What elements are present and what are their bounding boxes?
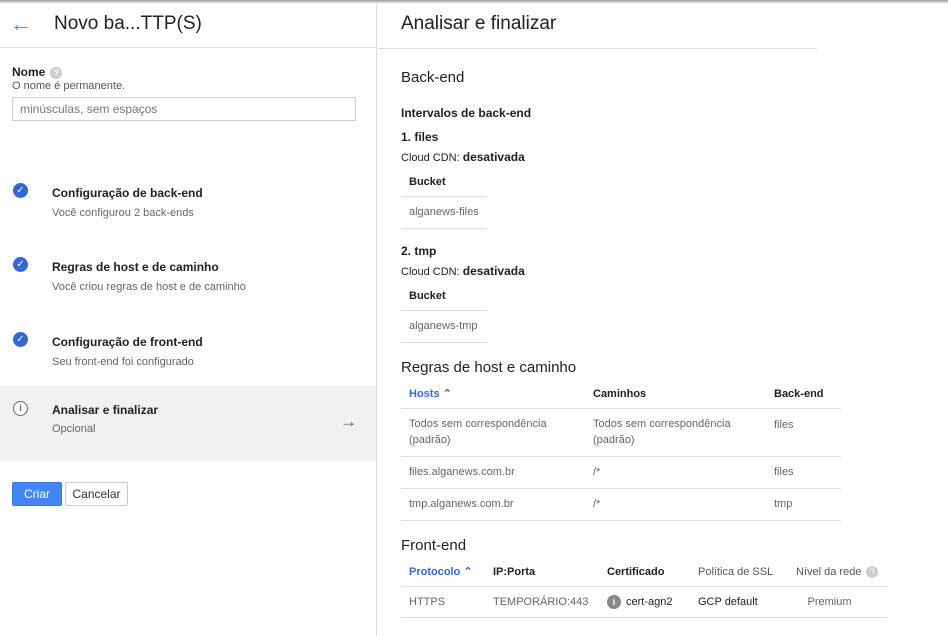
sort-up-icon: ⌃ [463, 566, 473, 579]
frontend-table: Protocolo ⌃ IP:Porta Certificado Polític… [401, 558, 887, 618]
intervals-heading: Intervalos de back-end [401, 106, 532, 120]
network-tier-header: Nível da rede? [788, 558, 887, 587]
table-row: tmp.alganews.com.br /* tmp [401, 488, 841, 521]
backend-name: 2. tmp [401, 244, 437, 258]
host-cell: files.alganews.com.br [401, 456, 585, 489]
step-backend-config[interactable]: ✓ Configuração de back-end Você configur… [0, 169, 376, 244]
step-title: Configuração de back-end [52, 186, 203, 200]
backend-header: Back-end [766, 380, 841, 409]
wizard-panel: ← Novo ba...TTP(S) Nome? O nome é perman… [0, 0, 377, 636]
bucket-cell: alganews-tmp [401, 310, 487, 343]
protocol-column-sort[interactable]: Protocolo ⌃ [401, 558, 485, 587]
page-title: Novo ba...TTP(S) [54, 12, 202, 34]
ssl-policy-cell: GCP default [690, 586, 788, 618]
rules-table: Hosts ⌃ Caminhos Back-end Todos sem corr… [401, 380, 841, 521]
step-frontend-config[interactable]: ✓ Configuração de front-end Seu front-en… [0, 318, 376, 393]
frontend-heading: Front-end [401, 537, 467, 554]
table-row: Todos sem correspondência (padrão) Todos… [401, 408, 841, 457]
info-icon: i [13, 401, 28, 416]
cancel-button[interactable]: Cancelar [65, 482, 128, 506]
step-subtitle: Seu front-end foi configurado [52, 356, 194, 368]
check-circle-icon: ✓ [13, 183, 28, 198]
step-subtitle: Opcional [52, 423, 96, 435]
table-row: HTTPS TEMPORÁRIO:443 i cert-agn2 GCP defa… [401, 586, 887, 618]
host-cell: tmp.alganews.com.br [401, 488, 585, 521]
path-cell: Todos sem correspondência (padrão) [585, 408, 766, 457]
name-input[interactable] [12, 97, 356, 121]
review-title: Analisar e finalizar [401, 13, 557, 34]
ipport-header: IP:Porta [485, 558, 599, 587]
name-label-text: Nome [12, 65, 46, 79]
create-button[interactable]: Criar [12, 482, 62, 506]
cdn-label: Cloud CDN: [401, 266, 460, 278]
back-arrow-icon[interactable]: ← [0, 11, 40, 37]
backend-cell: files [766, 456, 841, 489]
review-header: Analisar e finalizar [378, 0, 817, 49]
network-tier-cell: Premium [788, 586, 887, 618]
step-title: Regras de host e de caminho [52, 260, 219, 274]
paths-header: Caminhos [585, 380, 766, 409]
review-panel: Analisar e finalizar Back-end Intervalos… [378, 0, 948, 636]
protocol-cell: HTTPS [401, 586, 485, 618]
help-icon[interactable]: ? [50, 66, 63, 79]
hosts-column-sort[interactable]: Hosts ⌃ [401, 380, 585, 409]
host-cell: Todos sem correspondência (padrão) [401, 408, 585, 457]
table-row: files.alganews.com.br /* files [401, 456, 841, 489]
certificate-cell: i cert-agn2 [599, 586, 690, 618]
cdn-status: Cloud CDN: desativada [401, 264, 525, 278]
ipport-cell: TEMPORÁRIO:443 [485, 586, 599, 618]
check-circle-icon: ✓ [13, 332, 28, 347]
step-title: Configuração de front-end [52, 335, 203, 349]
protocol-header: Protocolo [409, 566, 461, 579]
backend-cell: tmp [766, 488, 841, 521]
bucket-table: Bucket alganews-tmp [401, 282, 487, 343]
step-host-path-rules[interactable]: ✓ Regras de host e de caminho Você criou… [0, 243, 376, 318]
name-label: Nome? [12, 65, 63, 79]
step-title: Analisar e finalizar [52, 403, 159, 417]
cdn-status: Cloud CDN: desativada [401, 150, 525, 164]
top-shadow [0, 0, 948, 4]
backend-heading: Back-end [401, 69, 465, 86]
cdn-label: Cloud CDN: [401, 152, 460, 164]
rules-heading: Regras de host e caminho [401, 359, 577, 376]
hosts-header: Hosts [409, 388, 440, 401]
network-tier-label: Nível da rede [796, 565, 862, 578]
certificate-name: cert-agn2 [626, 595, 673, 608]
step-subtitle: Você configurou 2 back-ends [52, 207, 194, 219]
step-subtitle: Você criou regras de host e de caminho [52, 281, 246, 293]
backend-name: 1. files [401, 130, 439, 144]
certificate-header: Certificado [599, 558, 690, 587]
cdn-value: desativada [462, 150, 525, 164]
path-cell: /* [585, 488, 766, 521]
cdn-value: desativada [462, 264, 525, 278]
check-circle-icon: ✓ [13, 257, 28, 272]
name-hint: O nome é permanente. [12, 80, 126, 92]
info-icon[interactable]: i [607, 594, 621, 609]
wizard-header: ← Novo ba...TTP(S) [0, 0, 376, 48]
help-icon[interactable]: ? [866, 565, 879, 578]
step-review-finalize[interactable]: i Analisar e finalizar Opcional → [0, 386, 376, 461]
bucket-header: Bucket [401, 168, 487, 197]
ssl-policy-header: Política de SSL [690, 558, 788, 587]
arrow-right-icon[interactable]: → [340, 412, 357, 432]
bucket-table: Bucket alganews-files [401, 168, 487, 229]
backend-cell: files [766, 408, 841, 457]
bucket-header: Bucket [401, 282, 487, 311]
path-cell: /* [585, 456, 766, 489]
bucket-cell: alganews-files [401, 196, 487, 229]
sort-up-icon: ⌃ [442, 388, 452, 401]
